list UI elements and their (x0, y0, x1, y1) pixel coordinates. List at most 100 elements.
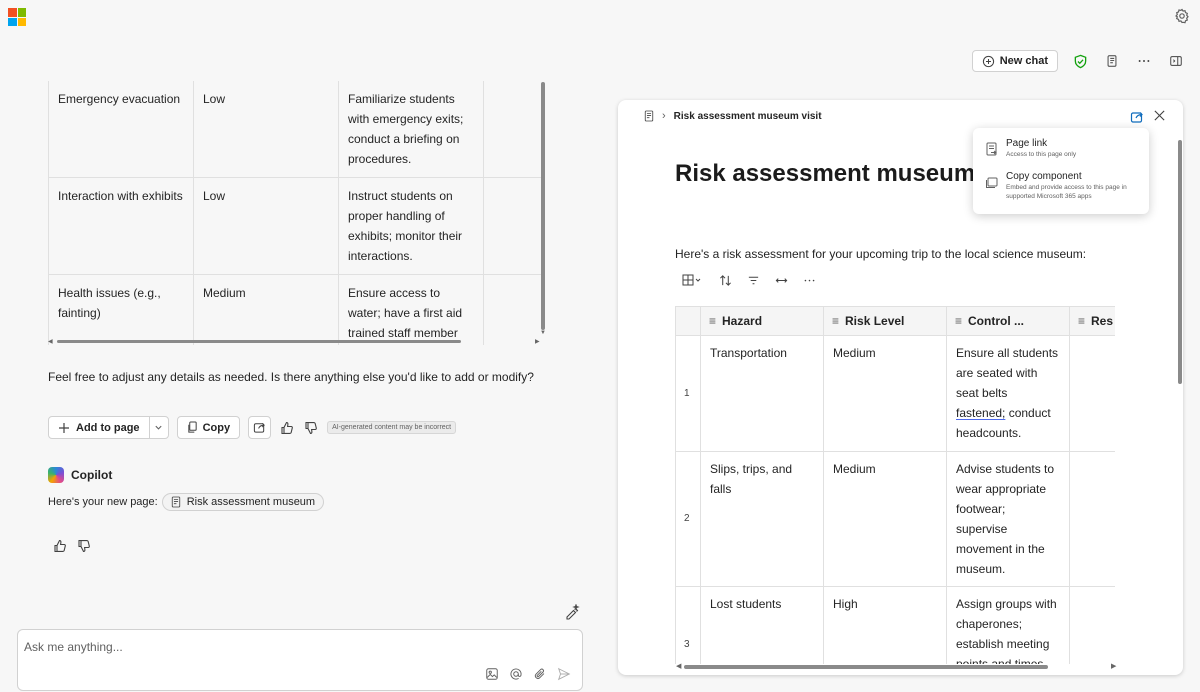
row-number: 2 (675, 451, 701, 587)
logo-square-yellow (17, 17, 26, 26)
new-chat-label: New chat (999, 55, 1048, 67)
row-number: 3 (675, 586, 701, 664)
text-column-icon: ≡ (1078, 314, 1086, 329)
filter-icon[interactable] (745, 272, 761, 288)
ai-disclaimer-badge: AI-generated content may be incorrect (327, 421, 457, 434)
share-icon[interactable] (1130, 110, 1144, 124)
page-chip-link[interactable]: Risk assessment museum (161, 493, 325, 511)
text-column-icon: ≡ (955, 314, 963, 329)
scroll-left-arrow-icon[interactable]: ◀ (676, 662, 681, 670)
image-prompt-icon[interactable] (484, 666, 500, 682)
risk-cell: Low (193, 81, 339, 178)
new-chat-button[interactable]: New chat (971, 50, 1058, 72)
hazard-cell[interactable]: Transportation (700, 335, 824, 452)
column-header-label: Control ... (968, 313, 1025, 328)
menu-item-page-link[interactable]: Page link Access to this page only (973, 136, 1149, 161)
close-icon[interactable] (1153, 109, 1167, 123)
risk-cell[interactable]: Medium (823, 451, 947, 587)
table-row: Health issues (e.g., fainting) Medium En… (48, 274, 542, 345)
spellcheck-underlined-word[interactable]: fastened; (956, 406, 1005, 420)
control-cell: Instruct students on proper handling of … (338, 177, 484, 275)
microsoft-logo[interactable] (8, 8, 26, 26)
page-icon (171, 496, 180, 508)
risk-cell: Medium (193, 274, 339, 345)
thumbs-down-icon[interactable] (303, 420, 319, 436)
column-header-control[interactable]: ≡ Control ... (946, 306, 1070, 336)
hazard-cell[interactable]: Slips, trips, and falls (700, 451, 824, 587)
page-title[interactable]: Risk assessment museum vi (675, 160, 1002, 188)
add-to-page-label: Add to page (76, 421, 140, 434)
menu-item-copy-component[interactable]: Copy component Embed and provide access … (973, 169, 1149, 203)
res-cell[interactable] (1069, 586, 1115, 664)
table-row: 2 Slips, trips, and falls Medium Advise … (675, 451, 1115, 587)
control-cell[interactable]: Ensure all students are seated with seat… (946, 335, 1070, 452)
side-panel-icon[interactable] (1166, 51, 1186, 71)
table-grid-icon[interactable] (679, 272, 705, 288)
sort-icon[interactable] (717, 272, 733, 288)
chat-input-box (17, 629, 583, 691)
copy-button[interactable]: Copy (176, 416, 241, 439)
chevron-down-icon[interactable] (150, 417, 168, 438)
chevron-right-icon: › (662, 110, 666, 122)
menu-item-label: Page link (1006, 138, 1048, 149)
column-header-risk-level[interactable]: ≡ Risk Level (823, 306, 947, 336)
panel-vertical-scrollbar[interactable] (1178, 140, 1182, 384)
table-horizontal-scrollbar[interactable] (684, 665, 1048, 669)
res-cell[interactable] (1069, 335, 1115, 452)
copy-icon (187, 421, 197, 433)
scroll-down-arrow-icon[interactable]: ▼ (540, 330, 546, 336)
input-tools (484, 666, 572, 682)
more-options-icon[interactable] (1134, 51, 1154, 71)
share-button[interactable] (248, 416, 272, 439)
scroll-right-arrow-icon[interactable]: ▶ (1111, 662, 1116, 670)
table-row: Interaction with exhibits Low Instruct s… (48, 177, 542, 275)
more-options-icon[interactable] (801, 272, 817, 288)
hazard-cell: Health issues (e.g., fainting) (48, 274, 194, 345)
send-icon[interactable] (556, 666, 572, 682)
add-to-page-button[interactable]: Add to page (49, 417, 150, 438)
mention-icon[interactable] (508, 666, 524, 682)
chat-table-horizontal-scrollbar[interactable] (57, 340, 461, 343)
hazard-cell: Emergency evacuation (48, 81, 194, 178)
res-cell[interactable] (1069, 451, 1115, 587)
notebook-icon[interactable] (1102, 51, 1122, 71)
empty-cell (483, 274, 542, 345)
risk-cell[interactable]: High (823, 586, 947, 664)
text-column-icon: ≡ (709, 314, 717, 329)
share-dropdown-menu: Page link Access to this page only Copy … (973, 128, 1149, 214)
control-cell[interactable]: Advise students to wear appropriate foot… (946, 451, 1070, 587)
top-actions-bar: New chat (971, 50, 1186, 72)
breadcrumb-page-name[interactable]: Risk assessment museum visit (674, 111, 822, 122)
chat-table-vertical-scrollbar[interactable] (541, 82, 545, 330)
copilot-name: Copilot (71, 468, 113, 482)
page-intro-text[interactable]: Here's a risk assessment for your upcomi… (675, 247, 1086, 261)
scroll-right-arrow-icon[interactable]: ▶ (535, 338, 540, 345)
table-toolbar (679, 272, 817, 288)
column-width-icon[interactable] (773, 272, 789, 288)
menu-item-description: Access to this page only (1006, 151, 1077, 158)
logo-square-blue (8, 17, 17, 26)
menu-item-description: Embed and provide access to this page in… (1006, 184, 1127, 200)
thumbs-down-icon[interactable] (76, 538, 92, 554)
empty-cell (483, 81, 542, 178)
new-topic-sparkle-icon[interactable] (564, 603, 580, 620)
hazard-cell[interactable]: Lost students (700, 586, 824, 664)
copy-component-icon (986, 177, 998, 188)
scroll-left-arrow-icon[interactable]: ◀ (48, 338, 53, 345)
settings-gear-icon[interactable] (1174, 8, 1190, 24)
thumbs-up-icon[interactable] (279, 420, 295, 436)
column-header-hazard[interactable]: ≡ Hazard (700, 306, 824, 336)
control-cell[interactable]: Assign groups with chaperones; establish… (946, 586, 1070, 664)
column-header-label: Hazard (722, 313, 763, 328)
row-number: 1 (675, 335, 701, 452)
copy-label: Copy (202, 421, 231, 434)
attach-icon[interactable] (532, 666, 548, 682)
column-header-res[interactable]: ≡ Res (1069, 306, 1115, 336)
plus-icon (59, 422, 69, 433)
risk-cell[interactable]: Medium (823, 335, 947, 452)
thumbs-up-icon[interactable] (52, 538, 68, 554)
chat-input-field[interactable] (24, 640, 424, 654)
shield-check-icon[interactable] (1070, 51, 1090, 71)
hazard-cell: Interaction with exhibits (48, 177, 194, 275)
logo-square-red (8, 8, 17, 17)
